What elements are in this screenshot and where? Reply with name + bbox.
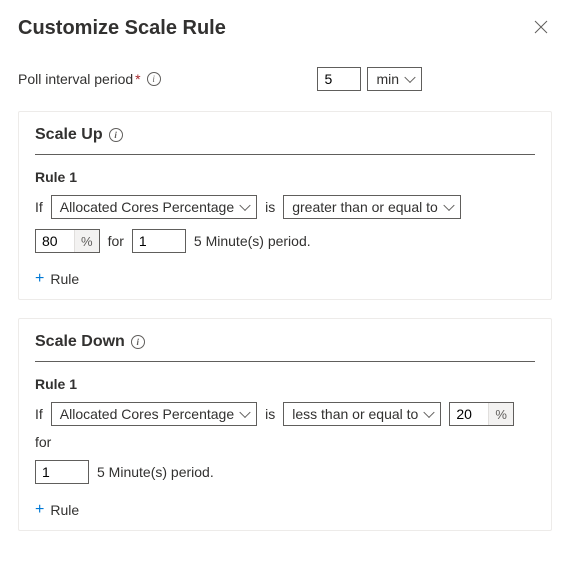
scale-down-card: Scale Down i Rule 1 If Allocated Cores P… <box>18 318 552 531</box>
for-label: for <box>108 233 124 249</box>
percent-suffix: % <box>74 230 99 252</box>
plus-icon: + <box>35 502 44 518</box>
scale-down-rule-title: Rule 1 <box>35 376 535 392</box>
scale-up-threshold-input[interactable] <box>36 230 74 252</box>
info-icon[interactable]: i <box>131 335 145 349</box>
is-label: is <box>265 406 275 422</box>
scale-up-title: Scale Up <box>35 126 103 144</box>
scale-up-metric-value: Allocated Cores Percentage <box>60 199 234 215</box>
for-label: for <box>35 434 51 450</box>
if-label: If <box>35 406 43 422</box>
close-icon <box>534 20 548 34</box>
scale-down-threshold-wrapper: % <box>449 402 514 426</box>
scale-down-metric-value: Allocated Cores Percentage <box>60 406 234 422</box>
scale-up-period-count-input[interactable] <box>132 229 186 253</box>
scale-up-add-rule-button[interactable]: + Rule <box>35 269 535 289</box>
scale-down-operator-value: less than or equal to <box>292 406 418 422</box>
add-rule-label: Rule <box>50 502 79 518</box>
scale-down-period-count-input[interactable] <box>35 460 89 484</box>
poll-interval-label: Poll interval period <box>18 71 133 87</box>
scale-up-card: Scale Up i Rule 1 If Allocated Cores Per… <box>18 111 552 300</box>
scale-down-metric-select[interactable]: Allocated Cores Percentage <box>51 402 257 426</box>
if-label: If <box>35 199 43 215</box>
period-text: 5 Minute(s) period. <box>194 233 311 249</box>
is-label: is <box>265 199 275 215</box>
percent-suffix: % <box>488 403 513 425</box>
plus-icon: + <box>35 271 44 287</box>
scale-up-operator-select[interactable]: greater than or equal to <box>283 195 461 219</box>
poll-interval-value-input[interactable] <box>317 67 361 91</box>
required-indicator: * <box>135 71 140 87</box>
poll-interval-unit-select[interactable]: min <box>367 67 422 91</box>
scale-up-operator-value: greater than or equal to <box>292 199 438 215</box>
scale-down-threshold-input[interactable] <box>450 403 488 425</box>
scale-down-add-rule-button[interactable]: + Rule <box>35 500 535 520</box>
add-rule-label: Rule <box>50 271 79 287</box>
info-icon[interactable]: i <box>109 128 123 142</box>
scale-down-operator-select[interactable]: less than or equal to <box>283 402 441 426</box>
period-text: 5 Minute(s) period. <box>97 464 214 480</box>
scale-up-metric-select[interactable]: Allocated Cores Percentage <box>51 195 257 219</box>
poll-interval-unit-value: min <box>376 71 399 87</box>
scale-up-rule-title: Rule 1 <box>35 169 535 185</box>
close-button[interactable] <box>530 16 552 41</box>
scale-down-title: Scale Down <box>35 333 125 351</box>
scale-up-threshold-wrapper: % <box>35 229 100 253</box>
info-icon[interactable]: i <box>147 72 161 86</box>
page-title: Customize Scale Rule <box>18 17 226 40</box>
